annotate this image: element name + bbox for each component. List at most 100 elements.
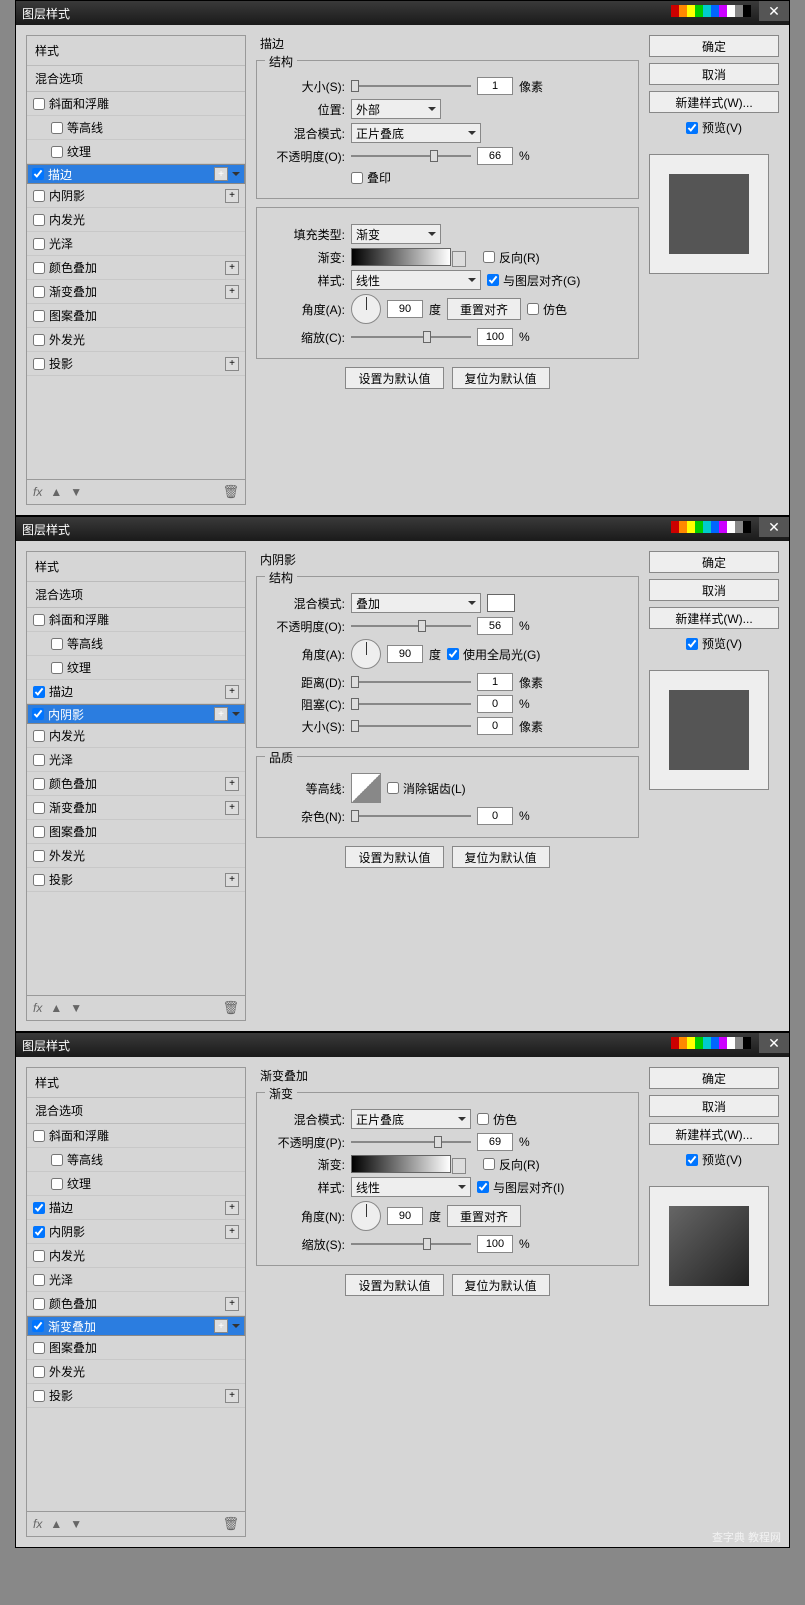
noise-input[interactable] (477, 807, 513, 825)
item-outerglow[interactable]: 外发光 (27, 1360, 245, 1384)
distance-slider[interactable] (351, 675, 471, 689)
new-style-button[interactable]: 新建样式(W)... (649, 607, 779, 629)
titlebar[interactable]: 图层样式 ✕ (16, 1, 789, 25)
angle-dial[interactable] (351, 294, 381, 324)
item-coloroverlay[interactable]: 颜色叠加+ (27, 1292, 245, 1316)
choke-slider[interactable] (351, 697, 471, 711)
set-default-button[interactable]: 设置为默认值 (345, 367, 443, 389)
item-innershadow[interactable]: 内阴影+ (27, 704, 245, 724)
item-contour[interactable]: 等高线 (27, 632, 245, 656)
item-dropshadow[interactable]: 投影+ (27, 352, 245, 376)
style-select[interactable]: 线性 (351, 1177, 471, 1197)
contour-picker[interactable] (351, 773, 381, 803)
angle-dial[interactable] (351, 1201, 381, 1231)
reverse-check[interactable]: 反向(R) (483, 1156, 540, 1173)
item-patternoverlay[interactable]: 图案叠加 (27, 304, 245, 328)
align-check[interactable]: 与图层对齐(I) (477, 1179, 564, 1196)
distance-input[interactable] (477, 673, 513, 691)
new-style-button[interactable]: 新建样式(W)... (649, 91, 779, 113)
opacity-input[interactable] (477, 617, 513, 635)
item-patternoverlay[interactable]: 图案叠加 (27, 820, 245, 844)
item-coloroverlay[interactable]: 颜色叠加+ (27, 256, 245, 280)
cancel-button[interactable]: 取消 (649, 63, 779, 85)
item-stroke[interactable]: 描边+ (27, 1196, 245, 1220)
opacity-input[interactable] (477, 1133, 513, 1151)
blend-select[interactable]: 叠加 (351, 593, 481, 613)
ok-button[interactable]: 确定 (649, 551, 779, 573)
item-dropshadow[interactable]: 投影+ (27, 1384, 245, 1408)
set-default-button[interactable]: 设置为默认值 (345, 1274, 443, 1296)
up-icon[interactable]: ▲ (50, 1001, 62, 1015)
reverse-check[interactable]: 反向(R) (483, 249, 540, 266)
down-icon[interactable]: ▼ (70, 1001, 82, 1015)
dither-check[interactable]: 仿色 (527, 301, 567, 318)
size-slider[interactable] (351, 719, 471, 733)
close-icon[interactable]: ✕ (759, 517, 789, 537)
item-innershadow[interactable]: 内阴影+ (27, 184, 245, 208)
close-icon[interactable]: ✕ (759, 1, 789, 21)
gradient-picker[interactable] (351, 248, 451, 266)
plus-icon[interactable]: + (214, 167, 228, 181)
check-innershadow[interactable] (33, 190, 45, 202)
plus-icon[interactable]: + (225, 1201, 239, 1215)
blend-select[interactable]: 正片叠底 (351, 1109, 471, 1129)
titlebar[interactable]: 图层样式 ✕ (16, 517, 789, 541)
check-bevel[interactable] (33, 98, 45, 110)
check-stroke[interactable] (32, 168, 44, 180)
gradient-picker[interactable] (351, 1155, 451, 1173)
reset-align-button[interactable]: 重置对齐 (447, 1205, 521, 1227)
blend-options[interactable]: 混合选项 (27, 1098, 245, 1124)
style-select[interactable]: 线性 (351, 270, 481, 290)
ok-button[interactable]: 确定 (649, 35, 779, 57)
preview-check[interactable]: 预览(V) (649, 635, 779, 652)
plus-icon[interactable]: + (214, 1319, 228, 1333)
plus-icon[interactable]: + (225, 777, 239, 791)
fx-icon[interactable]: fx (33, 1001, 42, 1015)
down-icon[interactable]: ▼ (70, 485, 82, 499)
noise-slider[interactable] (351, 809, 471, 823)
fx-icon[interactable]: fx (33, 485, 42, 499)
item-patternoverlay[interactable]: 图案叠加 (27, 1336, 245, 1360)
blend-select[interactable]: 正片叠底 (351, 123, 481, 143)
check-contour[interactable] (51, 122, 63, 134)
reset-align-button[interactable]: 重置对齐 (447, 298, 521, 320)
align-check[interactable]: 与图层对齐(G) (487, 272, 580, 289)
plus-icon[interactable]: + (225, 357, 239, 371)
plus-icon[interactable]: + (225, 285, 239, 299)
size-input[interactable] (477, 77, 513, 95)
item-innerglow[interactable]: 内发光 (27, 724, 245, 748)
filltype-select[interactable]: 渐变 (351, 224, 441, 244)
item-gradoverlay[interactable]: 渐变叠加+ (27, 280, 245, 304)
fx-icon[interactable]: fx (33, 1517, 42, 1531)
check-dropshadow[interactable] (33, 358, 45, 370)
item-outerglow[interactable]: 外发光 (27, 844, 245, 868)
item-gradoverlay[interactable]: 渐变叠加+ (27, 1316, 245, 1336)
item-bevel[interactable]: 斜面和浮雕 (27, 608, 245, 632)
trash-icon[interactable]: 🗑 (222, 1000, 239, 1016)
item-contour[interactable]: 等高线 (27, 1148, 245, 1172)
item-coloroverlay[interactable]: 颜色叠加+ (27, 772, 245, 796)
overprint-check[interactable]: 叠印 (351, 169, 391, 186)
item-outerglow[interactable]: 外发光 (27, 328, 245, 352)
plus-icon[interactable]: + (225, 1297, 239, 1311)
plus-icon[interactable]: + (225, 189, 239, 203)
scale-slider[interactable] (351, 330, 471, 344)
item-innershadow[interactable]: 内阴影+ (27, 1220, 245, 1244)
item-satin[interactable]: 光泽 (27, 232, 245, 256)
item-texture[interactable]: 纹理 (27, 140, 245, 164)
cancel-button[interactable]: 取消 (649, 1095, 779, 1117)
close-icon[interactable]: ✕ (759, 1033, 789, 1053)
preview-check[interactable]: 预览(V) (649, 1151, 779, 1168)
size-input[interactable] (477, 717, 513, 735)
item-texture[interactable]: 纹理 (27, 1172, 245, 1196)
set-default-button[interactable]: 设置为默认值 (345, 846, 443, 868)
up-icon[interactable]: ▲ (50, 485, 62, 499)
reset-default-button[interactable]: 复位为默认值 (452, 367, 550, 389)
item-satin[interactable]: 光泽 (27, 748, 245, 772)
plus-icon[interactable]: + (225, 1225, 239, 1239)
trash-icon[interactable]: 🗑 (222, 484, 239, 500)
check-innerglow[interactable] (33, 214, 45, 226)
blend-options[interactable]: 混合选项 (27, 582, 245, 608)
angle-input[interactable] (387, 300, 423, 318)
ok-button[interactable]: 确定 (649, 1067, 779, 1089)
